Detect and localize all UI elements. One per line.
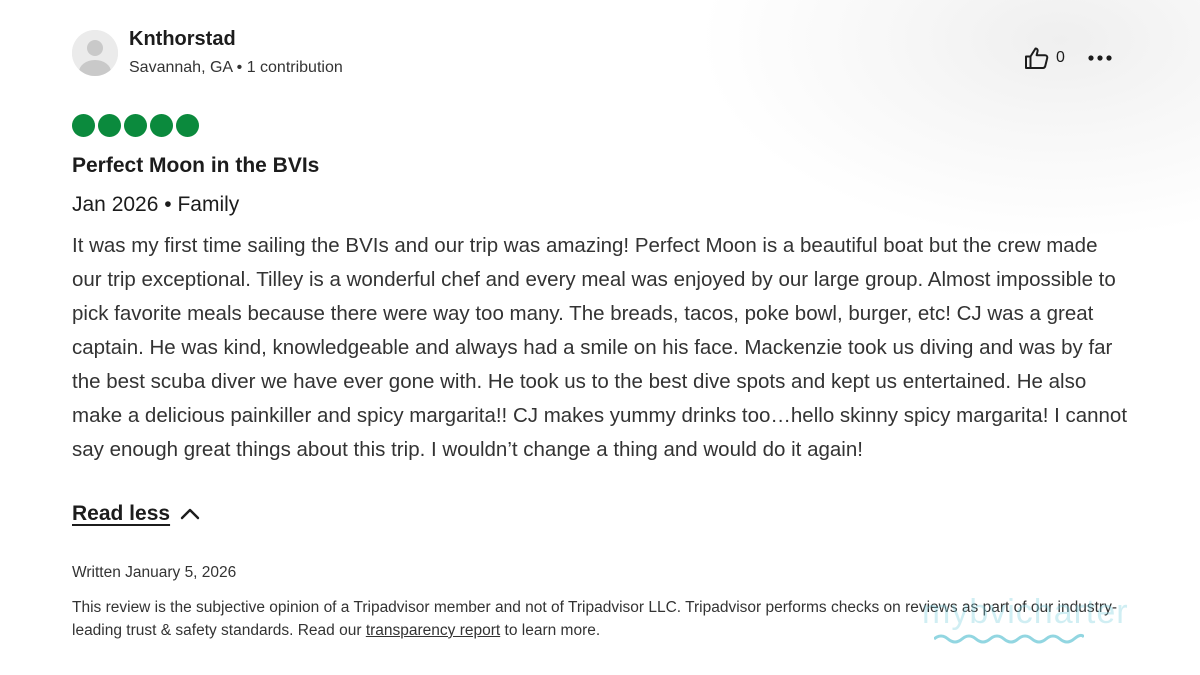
trip-separator: • [158, 193, 178, 216]
read-less-button[interactable]: Read less [72, 502, 200, 526]
written-date: Written January 5, 2026 [72, 564, 237, 581]
review-title: Perfect Moon in the BVIs [72, 154, 320, 177]
reviewer-contributions: 1 contribution [246, 59, 343, 76]
disclaimer-text-after: to learn more. [500, 622, 601, 639]
trip-type: Family [177, 193, 240, 216]
trip-info: Jan 2026 • Family [72, 193, 239, 217]
thumbs-up-icon [1025, 47, 1049, 69]
rating-bubble [72, 114, 95, 137]
reviewer-meta: Savannah, GA • 1 contribution [129, 59, 343, 77]
rating-bubble [150, 114, 173, 137]
chevron-up-icon [180, 508, 200, 520]
reviewer-location: Savannah, GA [129, 59, 233, 76]
read-less-label: Read less [72, 502, 171, 525]
helpful-count: 0 [1056, 49, 1065, 66]
helpful-vote-button[interactable]: 0 [1024, 46, 1065, 70]
rating-bubble [176, 114, 199, 137]
rating-bubble [124, 114, 147, 137]
review-card: Knthorstad Savannah, GA • 1 contribution… [0, 0, 1200, 675]
review-body: It was my first time sailing the BVIs an… [72, 234, 1128, 461]
meta-separator: • [232, 59, 247, 76]
rating-bubbles [72, 114, 199, 137]
reviewer-name[interactable]: Knthorstad [129, 28, 236, 51]
more-horizontal-icon [1088, 55, 1112, 61]
rating-bubble [98, 114, 121, 137]
default-avatar-icon [72, 30, 118, 76]
avatar[interactable] [72, 30, 118, 76]
trip-date: Jan 2026 [72, 193, 159, 216]
disclaimer: This review is the subjective opinion of… [72, 596, 1132, 642]
more-options-button[interactable] [1086, 48, 1114, 68]
transparency-report-link[interactable]: transparency report [366, 622, 500, 639]
